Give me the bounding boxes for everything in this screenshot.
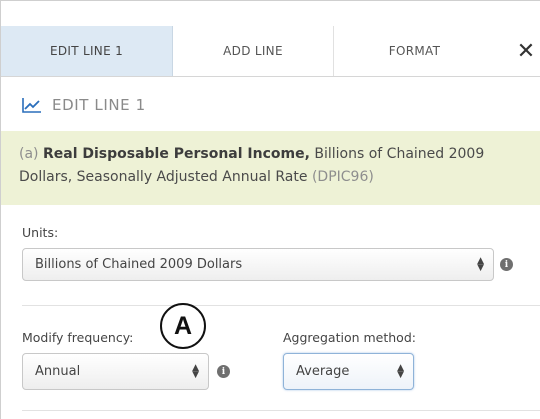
units-selected-value: Billions of Chained 2009 Dollars (35, 257, 243, 272)
series-prefix: (a) (19, 146, 39, 162)
edit-line-title: EDIT LINE 1 (52, 96, 146, 114)
callout-marker: A (160, 303, 206, 349)
tab-bar: EDIT LINE 1 ADD LINE FORMAT (1, 26, 540, 77)
select-arrows-icon: ▲ ▼ (477, 255, 484, 273)
aggregation-label: Aggregation method: (283, 330, 416, 345)
frequency-info-icon[interactable]: i (217, 365, 230, 378)
panel-border-top (0, 0, 540, 1)
tab-add-line[interactable]: ADD LINE (173, 26, 333, 76)
select-arrows-icon: ▲ ▼ (397, 362, 404, 380)
aggregation-select[interactable]: Average ▲ ▼ (283, 353, 414, 390)
frequency-select[interactable]: Annual ▲ ▼ (22, 353, 209, 390)
frequency-selected-value: Annual (35, 364, 81, 379)
edit-line-header: EDIT LINE 1 (22, 94, 146, 116)
edit-graph-panel: EDIT LINE 1 ADD LINE FORMAT ✕ EDIT LINE … (0, 0, 540, 419)
series-name: Real Disposable Personal Income, (42, 146, 310, 162)
select-arrows-icon: ▲ ▼ (192, 362, 199, 380)
section-divider-bottom (22, 410, 540, 411)
series-code: (DPIC96) (311, 169, 374, 185)
units-select[interactable]: Billions of Chained 2009 Dollars ▲ ▼ (22, 248, 494, 281)
line-chart-icon (22, 97, 42, 113)
units-label: Units: (22, 225, 59, 240)
series-info-box: (a) Real Disposable Personal Income, Bil… (1, 131, 540, 205)
frequency-label: Modify frequency: (22, 330, 134, 345)
close-icon[interactable]: ✕ (513, 36, 539, 66)
aggregation-selected-value: Average (296, 364, 350, 379)
tab-format[interactable]: FORMAT (333, 26, 495, 76)
section-divider (22, 305, 540, 306)
units-info-icon[interactable]: i (500, 258, 513, 271)
tab-edit-line-1[interactable]: EDIT LINE 1 (1, 26, 173, 76)
